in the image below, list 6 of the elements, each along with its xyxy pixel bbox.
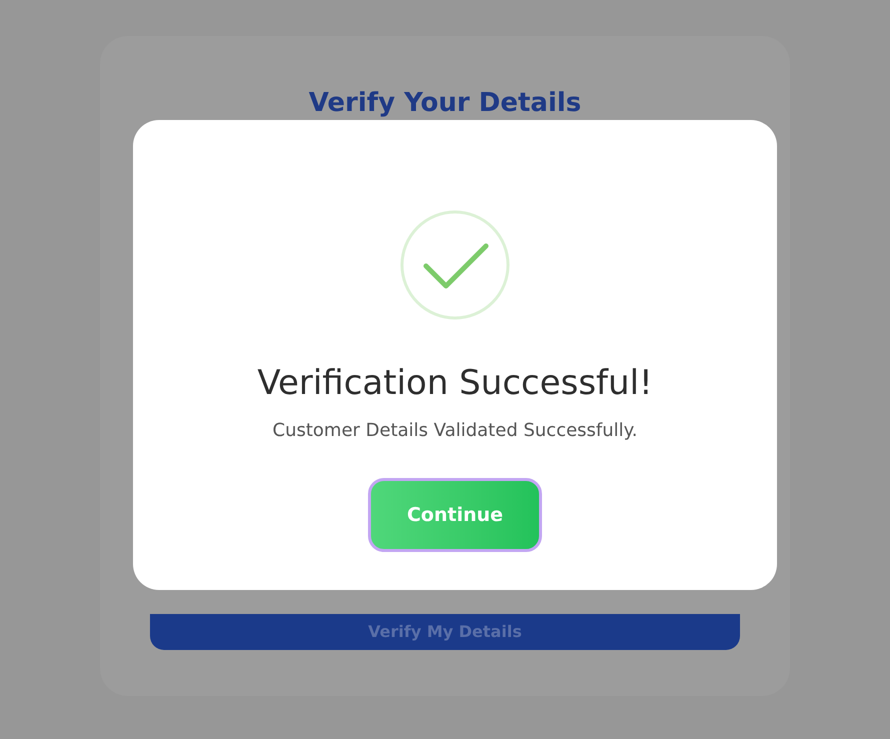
dialog-message: Customer Details Validated Successfully. xyxy=(272,422,638,440)
dialog-title: Verification Successful! xyxy=(257,366,653,400)
page-title: Verify Your Details xyxy=(308,90,582,116)
continue-button[interactable]: Continue xyxy=(368,478,542,552)
check-circle-icon xyxy=(400,210,510,320)
verify-button[interactable]: Verify My Details xyxy=(150,614,740,650)
